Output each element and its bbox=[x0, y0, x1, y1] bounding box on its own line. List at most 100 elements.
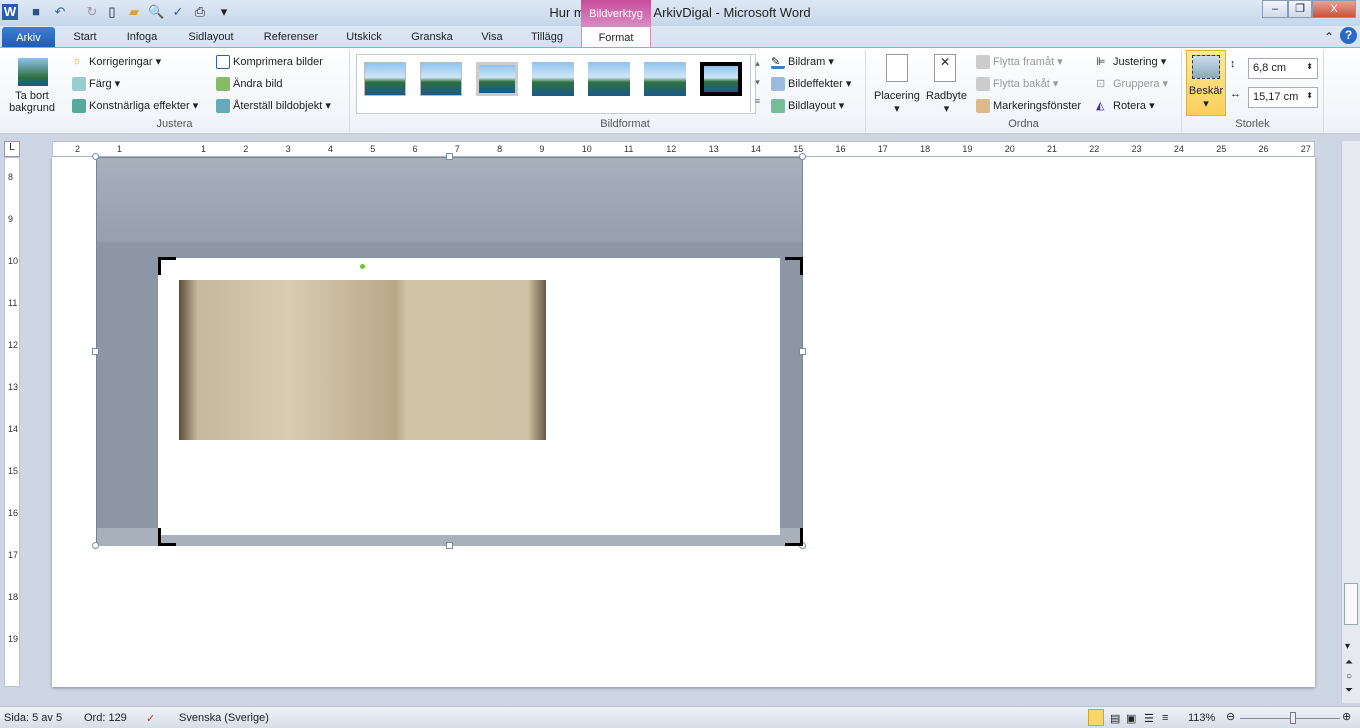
remove-background-button[interactable]: Ta bort bakgrund bbox=[4, 90, 60, 114]
word-count[interactable]: Ord: 129 bbox=[84, 712, 127, 724]
previous-page-icon[interactable]: ⏶ bbox=[1345, 657, 1353, 668]
resize-handle[interactable] bbox=[446, 153, 453, 160]
tab-arkiv[interactable]: Arkiv bbox=[2, 27, 55, 48]
zoom-level[interactable]: 113% bbox=[1188, 712, 1215, 724]
draft-icon[interactable]: ≡ bbox=[1162, 712, 1168, 724]
picture-layout-button[interactable]: Bildlayout ▾ bbox=[771, 99, 844, 114]
group-button[interactable]: ⊡ Gruppera ▾ bbox=[1096, 77, 1168, 91]
tab-format[interactable]: Format bbox=[581, 26, 651, 49]
bring-forward-button[interactable]: Flytta framåt ▾ bbox=[976, 55, 1063, 70]
tab-referenser[interactable]: Referenser bbox=[256, 26, 326, 48]
width-field[interactable]: 15,17 cm ⬍ bbox=[1248, 87, 1318, 108]
outline-icon[interactable]: ☰ bbox=[1144, 712, 1154, 725]
help-icon[interactable]: ? bbox=[1340, 27, 1357, 44]
rotate-button[interactable]: ◭ Rotera ▾ bbox=[1096, 99, 1155, 113]
picture-effects-button[interactable]: Bildeffekter ▾ bbox=[771, 77, 851, 92]
height-field[interactable]: 6,8 cm ⬍ bbox=[1248, 58, 1318, 79]
align-icon: ⊫ bbox=[1096, 56, 1106, 69]
close-button[interactable]: X bbox=[1312, 0, 1356, 18]
web-layout-icon[interactable]: ▣ bbox=[1126, 712, 1136, 725]
change-picture-button[interactable]: Ändra bild bbox=[216, 77, 283, 91]
tab-selector[interactable]: L bbox=[4, 141, 20, 157]
picture-style-3[interactable] bbox=[476, 62, 518, 96]
horizontal-ruler[interactable]: 2 1 1 2 3 4 5 6 7 8 9 10 11 12 13 14 15 16 17 18 19 20 21 22 23 2… bbox=[52, 141, 1315, 157]
zoom-in-button[interactable]: ⊕ bbox=[1342, 710, 1351, 723]
rotate-handle[interactable] bbox=[360, 264, 365, 269]
picture-style-7[interactable] bbox=[700, 62, 742, 96]
resize-handle[interactable] bbox=[92, 153, 99, 160]
ruler-number: 11 bbox=[8, 298, 18, 308]
tab-utskick[interactable]: Utskick bbox=[338, 26, 390, 48]
group-storlek: Beskär ▾ ↕ 6,8 cm ⬍ ↔ 15,17 cm ⬍ Storlek bbox=[1182, 50, 1324, 132]
tab-sidlayout[interactable]: Sidlayout bbox=[180, 26, 242, 48]
artistic-effects-button[interactable]: Konstnärliga effekter ▾ bbox=[72, 99, 198, 114]
reset-picture-button[interactable]: Återställ bildobjekt ▾ bbox=[216, 99, 331, 114]
scroll-down-icon[interactable]: ▾ bbox=[1345, 641, 1350, 652]
browse-object-icon[interactable]: ○ bbox=[1346, 671, 1352, 682]
tab-start[interactable]: Start bbox=[60, 26, 110, 48]
resize-handle[interactable] bbox=[446, 542, 453, 549]
selection-pane-button[interactable]: Markeringsfönster bbox=[976, 99, 1081, 113]
ruler-number: 24 bbox=[1173, 144, 1184, 154]
crop-handle[interactable] bbox=[785, 257, 803, 275]
remove-background-icon bbox=[18, 58, 48, 86]
zoom-out-button[interactable]: ⊖ bbox=[1226, 710, 1235, 723]
ruler-number: 14 bbox=[750, 144, 761, 154]
corrections-button[interactable]: ☼ Korrigeringar ▾ bbox=[72, 55, 161, 69]
picture-style-6[interactable] bbox=[644, 62, 686, 96]
ruler-number: 16 bbox=[8, 508, 19, 518]
send-backward-button[interactable]: Flytta bakåt ▾ bbox=[976, 77, 1058, 92]
restore-button[interactable]: ❐ bbox=[1288, 0, 1312, 18]
align-button[interactable]: ⊫ Justering ▾ bbox=[1096, 55, 1166, 69]
compress-button[interactable]: Komprimera bilder bbox=[216, 55, 323, 69]
width-spinner[interactable]: ⬍ bbox=[1306, 91, 1313, 100]
wrap-text-button[interactable]: Radbyte ▾ bbox=[926, 90, 967, 115]
ruler-number: 10 bbox=[581, 144, 592, 154]
reset-picture-icon bbox=[216, 99, 230, 114]
zoom-slider-thumb[interactable] bbox=[1290, 712, 1296, 724]
resize-handle[interactable] bbox=[799, 153, 806, 160]
ruler-number: 8 bbox=[8, 172, 14, 182]
ruler-number: 7 bbox=[454, 144, 460, 154]
full-screen-reading-icon[interactable]: ▤ bbox=[1110, 712, 1120, 725]
height-spinner[interactable]: ⬍ bbox=[1306, 62, 1313, 71]
ruler-number: 25 bbox=[1216, 144, 1227, 154]
position-button[interactable]: Placering ▾ bbox=[874, 90, 920, 115]
vertical-ruler[interactable]: 8 9 10 11 12 13 14 15 16 17 18 19 bbox=[4, 157, 20, 687]
picture-style-5[interactable] bbox=[588, 62, 630, 96]
tab-infoga[interactable]: Infoga bbox=[116, 26, 168, 48]
tab-visa[interactable]: Visa bbox=[472, 26, 512, 48]
next-page-icon[interactable]: ⏷ bbox=[1345, 685, 1353, 696]
tab-granska[interactable]: Granska bbox=[404, 26, 460, 48]
ruler-number: 4 bbox=[327, 144, 333, 154]
gallery-scroll[interactable]: ▴ ▾ ≡ bbox=[750, 54, 764, 112]
position-icon bbox=[886, 54, 908, 82]
bring-forward-icon bbox=[976, 55, 990, 70]
crop-handle[interactable] bbox=[785, 528, 803, 546]
status-bar: Sida: 5 av 5 Ord: 129 ✓ Svenska (Sverige… bbox=[0, 706, 1360, 728]
crop-button[interactable]: Beskär ▾ bbox=[1186, 50, 1226, 116]
picture-style-4[interactable] bbox=[532, 62, 574, 96]
parish-register-photo[interactable] bbox=[179, 280, 546, 440]
picture-border-button[interactable]: ✎ Bildram ▾ bbox=[771, 55, 834, 70]
color-button[interactable]: Färg ▾ bbox=[72, 77, 120, 92]
crop-handle[interactable] bbox=[158, 257, 176, 275]
print-layout-icon[interactable] bbox=[1088, 709, 1104, 726]
picture-style-2[interactable] bbox=[420, 62, 462, 96]
page-count[interactable]: Sida: 5 av 5 bbox=[4, 712, 62, 724]
effects-icon bbox=[771, 77, 785, 92]
resize-handle[interactable] bbox=[92, 348, 99, 355]
language[interactable]: Svenska (Sverige) bbox=[179, 712, 269, 724]
resize-handle[interactable] bbox=[799, 348, 806, 355]
tab-tillagg[interactable]: Tillägg bbox=[524, 26, 570, 48]
crop-handle[interactable] bbox=[158, 528, 176, 546]
vertical-scrollbar[interactable]: ▾ ⏶ ○ ⏷ bbox=[1341, 141, 1360, 703]
ruler-number: 6 bbox=[412, 144, 418, 154]
proofing-icon[interactable]: ✓ bbox=[146, 712, 155, 725]
rotate-icon: ◭ bbox=[1096, 100, 1105, 113]
picture-style-1[interactable] bbox=[364, 62, 406, 96]
scroll-thumb[interactable] bbox=[1344, 583, 1358, 625]
resize-handle[interactable] bbox=[92, 542, 99, 549]
minimize-button[interactable]: – bbox=[1262, 0, 1288, 18]
minimize-ribbon-icon[interactable]: ⌃ bbox=[1324, 30, 1334, 44]
